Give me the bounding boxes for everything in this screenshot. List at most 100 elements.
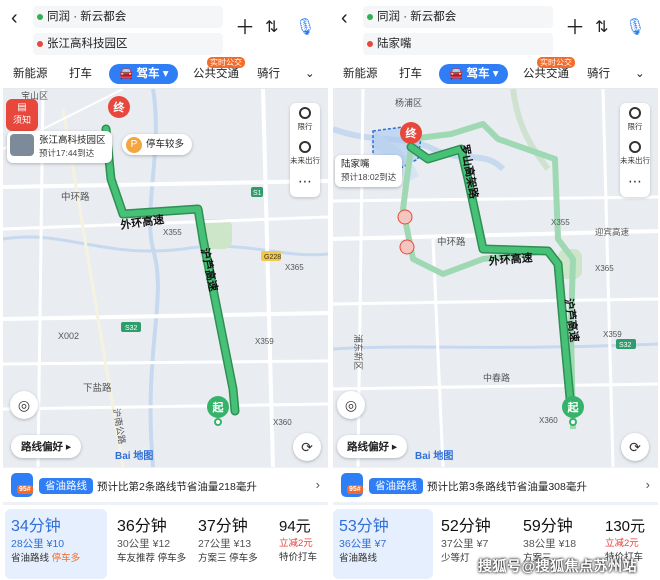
parking-icon: P bbox=[126, 137, 142, 153]
origin-field[interactable]: 同润 · 新云都会 bbox=[33, 6, 223, 28]
svg-text:G228: G228 bbox=[264, 254, 281, 261]
route-option-1[interactable]: 53分钟 36公里 ¥7 省油路线 bbox=[333, 509, 433, 579]
notice-icon: ▤ bbox=[17, 102, 27, 113]
svg-text:S32: S32 bbox=[125, 325, 138, 332]
refresh-icon[interactable]: ⟳ bbox=[621, 433, 649, 461]
tab-taxi[interactable]: 打车 bbox=[399, 66, 422, 82]
start-dot-icon bbox=[367, 14, 373, 20]
route-distance-fee: 30公里 ¥12 bbox=[117, 538, 171, 550]
chevron-right-icon: › bbox=[315, 477, 320, 492]
callout-name: 张江高科技园区 bbox=[39, 135, 106, 146]
route-notes: 方案三 停车多 bbox=[198, 553, 258, 564]
voice-mic-icon[interactable]: 🎙 bbox=[625, 18, 645, 38]
car-icon: 🚘 bbox=[119, 68, 137, 80]
destination-callout[interactable]: 张江高科技园区 预计17:44到达 bbox=[7, 131, 112, 163]
destination-field[interactable]: 陆家嘴 bbox=[363, 33, 553, 55]
more-icon[interactable]: ⋯ bbox=[620, 171, 650, 197]
tab-drive[interactable]: 🚘 驾车 ▾ bbox=[439, 64, 509, 84]
destination-field[interactable]: 张江高科技园区 bbox=[33, 33, 223, 55]
svg-text:S32: S32 bbox=[619, 342, 632, 349]
swap-icon[interactable]: ⇅ bbox=[595, 18, 608, 38]
taxi-promo: 立减2元 bbox=[279, 538, 313, 549]
route-notes: 省油路线 停车多 bbox=[11, 553, 81, 564]
map-view[interactable]: 终 起 宝山区 中环路 外环高速 沪芦高速 X002 下盐路 沪南公路 X355… bbox=[3, 89, 328, 467]
restriction-icon bbox=[629, 107, 641, 119]
svg-text:X365: X365 bbox=[285, 263, 304, 272]
add-waypoint-icon[interactable]: ＋ bbox=[565, 18, 585, 38]
fuel-saving-bar[interactable]: 95# 省油路线 预计比第2条路线节省油量218毫升 › bbox=[3, 468, 328, 502]
tab-transit[interactable]: 公共交通 实时公交 bbox=[193, 57, 245, 82]
tab-new-energy[interactable]: 新能源 bbox=[343, 66, 378, 82]
route-option-2[interactable]: 36分钟 30公里 ¥12 车友推荐 停车多 bbox=[111, 509, 191, 579]
restriction-control[interactable]: 限行 bbox=[290, 103, 320, 137]
end-dot-icon bbox=[37, 41, 43, 47]
tab-taxi[interactable]: 打车 bbox=[69, 66, 92, 82]
future-travel-control[interactable]: 未来出行 bbox=[290, 137, 320, 171]
tab-bike[interactable]: 骑行 bbox=[257, 66, 280, 82]
search-header: ‹ 同润 · 新云都会 张江高科技园区 ＋ ⇅ 🎙 bbox=[3, 0, 328, 60]
route-time: 53分钟 bbox=[339, 518, 389, 535]
restriction-control[interactable]: 限行 bbox=[620, 103, 650, 137]
clock-icon bbox=[299, 141, 311, 153]
back-arrow-icon[interactable]: ‹ bbox=[341, 8, 357, 28]
svg-text:浦东新区: 浦东新区 bbox=[353, 334, 364, 370]
route-distance-fee: 28公里 ¥10 bbox=[11, 538, 65, 550]
tab-bike[interactable]: 骑行 bbox=[587, 66, 610, 82]
svg-text:X359: X359 bbox=[603, 330, 622, 339]
destination-callout[interactable]: 陆家嘴 预计18:02到达 bbox=[335, 155, 403, 187]
origin-field[interactable]: 同润 · 新云都会 bbox=[363, 6, 553, 28]
route-option-1[interactable]: 34分钟 28公里 ¥10 省油路线 停车多 bbox=[5, 509, 107, 579]
future-travel-control[interactable]: 未来出行 bbox=[620, 137, 650, 171]
locate-icon[interactable]: ◎ bbox=[337, 391, 365, 419]
tab-new-energy[interactable]: 新能源 bbox=[13, 66, 48, 82]
watermark: 搜狐号@搜狐焦点苏州站 bbox=[478, 558, 638, 574]
tab-transit[interactable]: 公共交通 实时公交 bbox=[523, 57, 575, 82]
svg-text:迎宾高速: 迎宾高速 bbox=[595, 227, 630, 237]
svg-text:终: 终 bbox=[406, 126, 418, 140]
route-distance-fee: 36公里 ¥7 bbox=[339, 538, 387, 550]
gas-pump-icon: 95# bbox=[341, 473, 363, 497]
refresh-icon[interactable]: ⟳ bbox=[293, 433, 321, 461]
origin-text: 同润 · 新云都会 bbox=[47, 11, 127, 23]
route-time: 52分钟 bbox=[441, 518, 491, 535]
map-view[interactable]: 终 起 杨浦区 中环路 浦东新区 迎宾高速 罗山高架路 外环高速 沪芦高速 中春… bbox=[333, 89, 658, 467]
parking-hint[interactable]: P 停车较多 bbox=[122, 134, 193, 155]
tab-drive[interactable]: 🚘 驾车 ▾ bbox=[109, 64, 179, 84]
clock-icon bbox=[629, 141, 641, 153]
svg-text:S1: S1 bbox=[253, 190, 262, 197]
restriction-icon bbox=[299, 107, 311, 119]
more-icon[interactable]: ⋯ bbox=[290, 171, 320, 197]
taxi-option[interactable]: 94元 立减2元 特价打车 bbox=[273, 509, 328, 579]
svg-text:终: 终 bbox=[114, 100, 126, 114]
map-controls: 限行 未来出行 ⋯ bbox=[620, 103, 650, 197]
route-time: 59分钟 bbox=[523, 518, 573, 535]
svg-text:X359: X359 bbox=[255, 337, 274, 346]
route-preference-button[interactable]: 路线偏好 ▸ bbox=[337, 435, 408, 458]
swap-icon[interactable]: ⇅ bbox=[265, 18, 278, 38]
baidu-logo: Bai 地图 bbox=[415, 451, 454, 462]
route-preference-button[interactable]: 路线偏好 ▸ bbox=[11, 435, 82, 458]
route-distance-fee: 27公里 ¥13 bbox=[198, 538, 252, 550]
route-options: 34分钟 28公里 ¥10 省油路线 停车多 36分钟 30公里 ¥12 车友推… bbox=[3, 505, 328, 580]
more-modes-chevron-icon[interactable]: ⌄ bbox=[305, 66, 315, 82]
more-modes-chevron-icon[interactable]: ⌄ bbox=[635, 66, 645, 82]
route-distance-fee: 38公里 ¥18 bbox=[523, 538, 577, 550]
add-waypoint-icon[interactable]: ＋ bbox=[235, 18, 255, 38]
callout-name: 陆家嘴 bbox=[341, 159, 370, 170]
map-controls: 限行 未来出行 ⋯ bbox=[290, 103, 320, 197]
route-option-3[interactable]: 37分钟 27公里 ¥13 方案三 停车多 bbox=[192, 509, 272, 579]
car-icon: 🚘 bbox=[449, 68, 467, 80]
transit-badge: 实时公交 bbox=[537, 57, 575, 68]
notice-button[interactable]: ▤ 须知 bbox=[6, 99, 38, 131]
svg-text:X355: X355 bbox=[551, 218, 570, 227]
fuel-saving-bar[interactable]: 95# 省油路线 预计比第3条路线节省油量308毫升 › bbox=[333, 468, 658, 502]
baidu-logo: Bai 地图 bbox=[115, 451, 154, 462]
voice-mic-icon[interactable]: 🎙 bbox=[295, 18, 315, 38]
locate-icon[interactable]: ◎ bbox=[10, 391, 38, 419]
back-arrow-icon[interactable]: ‹ bbox=[11, 8, 27, 28]
taxi-note: 特价打车 bbox=[279, 552, 318, 563]
taxi-promo: 立减2元 bbox=[605, 538, 639, 549]
svg-text:起: 起 bbox=[212, 400, 225, 414]
svg-text:X365: X365 bbox=[595, 264, 614, 273]
route-map-svg: 终 起 杨浦区 中环路 浦东新区 迎宾高速 罗山高架路 外环高速 沪芦高速 中春… bbox=[333, 89, 658, 467]
